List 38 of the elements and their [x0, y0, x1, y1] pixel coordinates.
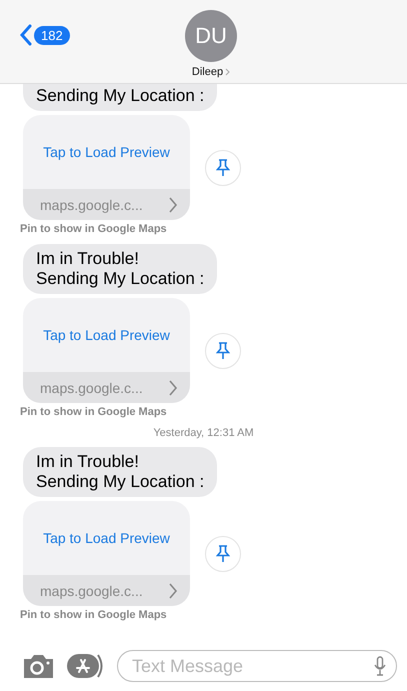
link-preview-card[interactable]: Tap to Load Preview maps.google.c... [23, 501, 190, 606]
camera-button[interactable] [22, 653, 55, 679]
pin-hint: Pin to show in Google Maps [20, 406, 168, 419]
contact-name: Dileep [192, 66, 224, 78]
link-url: maps.google.c... [40, 196, 143, 212]
link-url: maps.google.c... [40, 582, 143, 598]
pin-button[interactable] [205, 150, 241, 186]
message-bubble: Im in Trouble! Sending My Location : [23, 244, 218, 294]
camera-icon [22, 653, 55, 679]
back-button[interactable]: 182 [20, 24, 70, 46]
app-store-button[interactable] [67, 652, 105, 680]
chevron-icon [168, 196, 178, 212]
load-preview-text: Tap to Load Preview [42, 143, 171, 162]
pushpin-icon [216, 158, 230, 176]
back-chevron-icon [20, 24, 32, 46]
contact-button[interactable]: DU Dileep [183, 10, 239, 78]
pushpin-icon [216, 342, 230, 360]
pin-button[interactable] [205, 536, 241, 572]
message-bubble: Sending My Location : [23, 84, 218, 111]
message-bubble: Im in Trouble! Sending My Location : [23, 447, 218, 497]
chevron-icon [225, 68, 230, 76]
app-store-icon [67, 652, 105, 680]
link-preview-card[interactable]: Tap to Load Preview maps.google.c... [23, 115, 190, 220]
chevron-icon [168, 380, 178, 396]
unread-badge: 182 [34, 26, 70, 44]
chevron-icon [168, 582, 178, 598]
pin-button[interactable] [205, 332, 241, 368]
link-url: maps.google.c... [40, 380, 143, 396]
load-preview-text: Tap to Load Preview [42, 529, 171, 548]
microphone-icon [374, 656, 386, 676]
pin-hint: Pin to show in Google Maps [20, 223, 168, 236]
link-preview-card[interactable]: Tap to Load Preview maps.google.c... [23, 298, 190, 403]
timestamp: Yesterday, 12:31 AM [152, 427, 255, 440]
message-field[interactable]: Text Message [117, 650, 397, 682]
pushpin-icon [216, 544, 230, 562]
avatar: DU [185, 10, 237, 62]
load-preview-text: Tap to Load Preview [42, 326, 171, 345]
pin-hint: Pin to show in Google Maps [20, 609, 168, 622]
